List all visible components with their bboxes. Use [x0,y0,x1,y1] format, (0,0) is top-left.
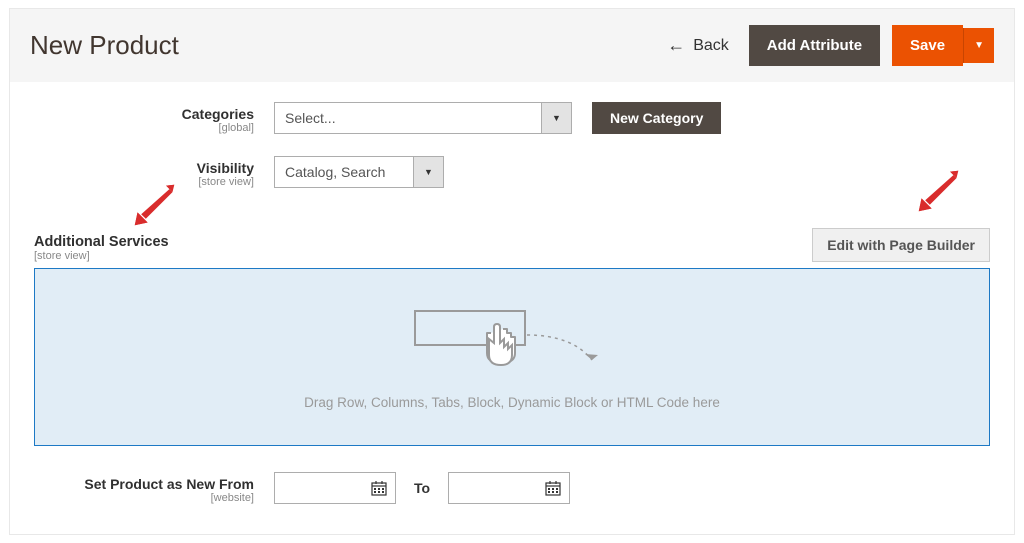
new-category-button[interactable]: New Category [592,102,721,134]
annotation-arrow-icon [916,168,962,214]
chevron-down-icon: ▼ [552,113,561,123]
additional-services-label-col: Additional Services [store view] [34,234,169,262]
categories-label: Categories [34,106,254,122]
set-new-row: Set Product as New From [website] To [34,472,990,504]
page-frame: New Product ← Back Add Attribute Save ▼ … [9,8,1015,535]
additional-services-scope: [store view] [34,250,169,262]
chevron-down-icon: ▼ [974,40,984,51]
additional-services-label: Additional Services [34,234,169,250]
page-builder-dropzone[interactable]: Drag Row, Columns, Tabs, Block, Dynamic … [34,268,990,446]
page-title: New Product [30,30,667,61]
set-new-label-col: Set Product as New From [website] [34,472,274,504]
dropzone-illustration-icon [407,305,617,375]
back-label: Back [693,37,729,55]
annotation-arrow-icon [132,182,178,228]
visibility-select[interactable]: Catalog, Search ▼ [274,156,444,188]
additional-services-header: Additional Services [store view] Edit wi… [34,228,990,262]
set-new-label: Set Product as New From [34,476,254,492]
visibility-label: Visibility [34,160,254,176]
categories-select-toggle[interactable]: ▼ [542,102,572,134]
date-from-input[interactable] [275,476,365,500]
page-header: New Product ← Back Add Attribute Save ▼ [10,9,1014,82]
dropzone-hint: Drag Row, Columns, Tabs, Block, Dynamic … [304,395,720,410]
arrow-left-icon: ← [667,35,685,56]
edit-page-builder-button[interactable]: Edit with Page Builder [812,228,990,262]
categories-select[interactable]: Select... ▼ [274,102,572,134]
form-body: Categories [global] Select... ▼ New Cate… [10,82,1014,534]
save-button[interactable]: Save [892,25,963,66]
set-new-scope: [website] [34,492,254,504]
calendar-icon [545,480,561,496]
date-to-field[interactable] [448,472,570,504]
date-from-field[interactable] [274,472,396,504]
chevron-down-icon: ▼ [424,167,433,177]
categories-scope: [global] [34,122,254,134]
date-to-label: To [414,480,430,496]
add-attribute-button[interactable]: Add Attribute [749,25,880,66]
categories-select-value: Select... [274,102,542,134]
date-to-input[interactable] [449,476,539,500]
visibility-select-value: Catalog, Search [274,156,414,188]
categories-label-col: Categories [global] [34,102,274,134]
calendar-icon [371,480,387,496]
back-button[interactable]: ← Back [667,35,729,56]
categories-row: Categories [global] Select... ▼ New Cate… [34,102,990,134]
date-from-picker-button[interactable] [365,480,393,496]
save-dropdown-button[interactable]: ▼ [963,28,994,63]
date-to-picker-button[interactable] [539,480,567,496]
visibility-select-toggle[interactable]: ▼ [414,156,444,188]
